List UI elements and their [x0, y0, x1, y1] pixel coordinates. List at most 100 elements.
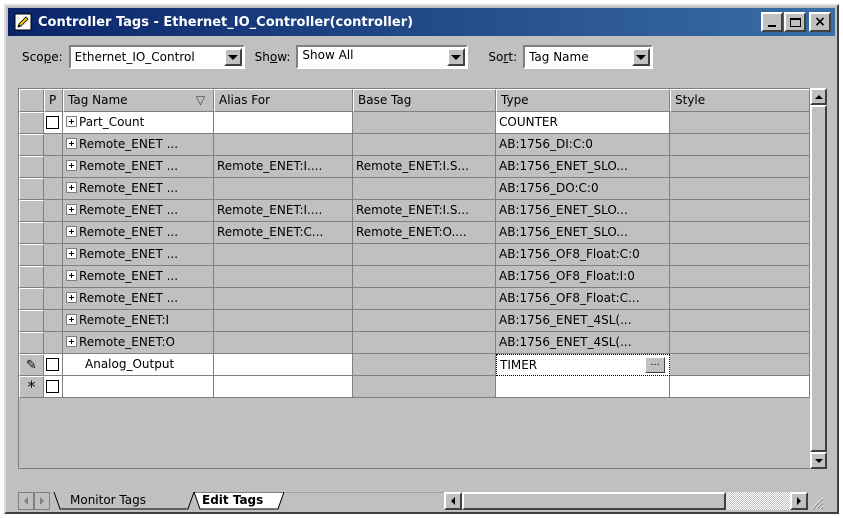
tag-name-cell[interactable]: Remote_ENET ... [63, 222, 214, 244]
browse-type-button[interactable]: ... [645, 357, 665, 373]
type-cell[interactable] [496, 376, 670, 398]
minimize-icon [768, 25, 776, 27]
column-header-p[interactable]: P [44, 89, 63, 112]
base-tag-cell [353, 266, 496, 288]
produced-checkbox-cell[interactable] [44, 376, 63, 398]
expand-plus-icon[interactable] [66, 248, 77, 259]
close-button[interactable]: × [809, 12, 831, 32]
table-row[interactable]: Remote_ENET ... Remote_ENET:I.... Remote… [19, 200, 810, 222]
alias-for-cell [214, 134, 353, 156]
title-bar[interactable]: Controller Tags - Ethernet_IO_Controller… [8, 8, 835, 36]
produced-checkbox-cell[interactable] [44, 354, 63, 376]
produced-checkbox[interactable] [46, 116, 59, 129]
table-row[interactable]: Remote_ENET ... AB:1756_OF8_Float:C... [19, 288, 810, 310]
tab-scroll-left-button[interactable] [18, 492, 34, 510]
row-selector[interactable] [19, 134, 44, 156]
tab-scroll-right-button[interactable] [34, 492, 50, 510]
tag-name-cell[interactable]: Remote_ENET ... [63, 134, 214, 156]
table-row[interactable]: Remote_ENET:I AB:1756_ENET_4SL(... [19, 310, 810, 332]
tag-name-cell[interactable]: Remote_ENET:I [63, 310, 214, 332]
expand-plus-icon[interactable] [66, 138, 77, 149]
expand-plus-icon[interactable] [66, 226, 77, 237]
expand-plus-icon[interactable] [66, 270, 77, 281]
chevron-down-icon[interactable] [632, 48, 651, 66]
tag-name-cell[interactable]: Remote_ENET:O [63, 332, 214, 354]
tag-name-cell[interactable]: Remote_ENET ... [63, 200, 214, 222]
type-cell[interactable]: TIMER ... [496, 354, 670, 376]
tag-name-cell[interactable]: Remote_ENET ... [63, 244, 214, 266]
type-cell[interactable]: COUNTER [496, 112, 670, 134]
expand-plus-icon[interactable] [66, 336, 77, 347]
table-row[interactable]: Remote_ENET:O AB:1756_ENET_4SL(... [19, 332, 810, 354]
expand-plus-icon[interactable] [66, 292, 77, 303]
base-tag-cell [353, 134, 496, 156]
row-selector[interactable] [19, 266, 44, 288]
row-selector[interactable] [19, 310, 44, 332]
column-header-style[interactable]: Style [670, 89, 810, 112]
style-cell[interactable] [670, 376, 810, 398]
scroll-down-button[interactable] [810, 452, 827, 469]
table-row[interactable]: Remote_ENET ... AB:1756_OF8_Float:I:0 [19, 266, 810, 288]
row-selector[interactable] [19, 156, 44, 178]
tag-name-cell[interactable]: Remote_ENET ... [63, 266, 214, 288]
table-row[interactable]: Remote_ENET ... Remote_ENET:C... Remote_… [19, 222, 810, 244]
scroll-up-button[interactable] [810, 88, 827, 105]
row-selector[interactable] [19, 288, 44, 310]
scope-dropdown[interactable]: Ethernet_IO_Control [68, 45, 245, 69]
produced-checkbox[interactable] [46, 380, 59, 393]
tag-name-cell[interactable]: Remote_ENET ... [63, 288, 214, 310]
table-row[interactable]: Remote_ENET ... AB:1756_DI:C:0 [19, 134, 810, 156]
row-selector-editing[interactable]: ✎ [19, 354, 44, 376]
tab-edit-tags[interactable]: Edit Tags [202, 492, 263, 510]
show-label: Show: [254, 50, 291, 64]
horizontal-scrollbar[interactable] [462, 492, 790, 510]
expand-plus-icon[interactable] [66, 160, 77, 171]
scroll-thumb[interactable] [810, 105, 827, 452]
table-row[interactable]: Part_Count COUNTER [19, 112, 810, 134]
produced-checkbox-cell[interactable] [44, 112, 63, 134]
table-row-editing[interactable]: ✎ Analog_Output TIMER ... [19, 354, 810, 376]
resize-grip-icon[interactable] [808, 492, 824, 510]
hscroll-right-button[interactable] [790, 492, 808, 510]
tag-name-cell[interactable]: Remote_ENET ... [63, 156, 214, 178]
row-selector[interactable] [19, 178, 44, 200]
chevron-down-icon[interactable] [223, 48, 242, 66]
table-row[interactable]: Remote_ENET ... AB:1756_OF8_Float:C:0 [19, 244, 810, 266]
tab-monitor-tags[interactable]: Monitor Tags [70, 492, 146, 510]
tag-name-cell[interactable]: Analog_Output [63, 354, 214, 376]
tag-name-cell[interactable]: Part_Count [63, 112, 214, 134]
produced-checkbox[interactable] [46, 358, 59, 371]
row-selector[interactable] [19, 244, 44, 266]
column-header-base-tag[interactable]: Base Tag [353, 89, 496, 112]
hscroll-left-button[interactable] [444, 492, 462, 510]
minimize-button[interactable] [761, 12, 783, 32]
chevron-down-icon[interactable] [447, 48, 466, 66]
tag-name-cell[interactable] [63, 376, 214, 398]
row-selector[interactable] [19, 112, 44, 134]
grid-header: P Tag Name ▽ Alias For Base Tag Type Sty… [19, 89, 810, 112]
row-selector[interactable] [19, 332, 44, 354]
alias-for-cell[interactable] [214, 376, 353, 398]
vertical-scrollbar[interactable] [810, 88, 827, 469]
show-dropdown[interactable]: Show All [296, 45, 469, 69]
sort-dropdown[interactable]: Tag Name [523, 45, 654, 69]
column-header-alias-for[interactable]: Alias For [214, 89, 353, 112]
table-row[interactable]: Remote_ENET ... Remote_ENET:I.... Remote… [19, 156, 810, 178]
expand-plus-icon[interactable] [66, 204, 77, 215]
row-selector-new[interactable]: * [19, 376, 44, 398]
maximize-button[interactable] [784, 12, 806, 32]
expand-plus-icon[interactable] [66, 182, 77, 193]
horizontal-scroll-thumb[interactable] [462, 492, 726, 510]
table-row[interactable]: Remote_ENET ... AB:1756_DO:C:0 [19, 178, 810, 200]
column-header-type[interactable]: Type [496, 89, 670, 112]
alias-for-cell[interactable] [214, 112, 353, 134]
row-selector[interactable] [19, 222, 44, 244]
row-selector[interactable] [19, 200, 44, 222]
expand-plus-icon[interactable] [66, 116, 77, 127]
table-row-new[interactable]: * [19, 376, 810, 398]
column-header-tag-name[interactable]: Tag Name ▽ [63, 89, 214, 112]
expand-plus-icon[interactable] [66, 314, 77, 325]
tag-name-cell[interactable]: Remote_ENET ... [63, 178, 214, 200]
alias-for-cell[interactable] [214, 354, 353, 376]
base-tag-cell [353, 244, 496, 266]
